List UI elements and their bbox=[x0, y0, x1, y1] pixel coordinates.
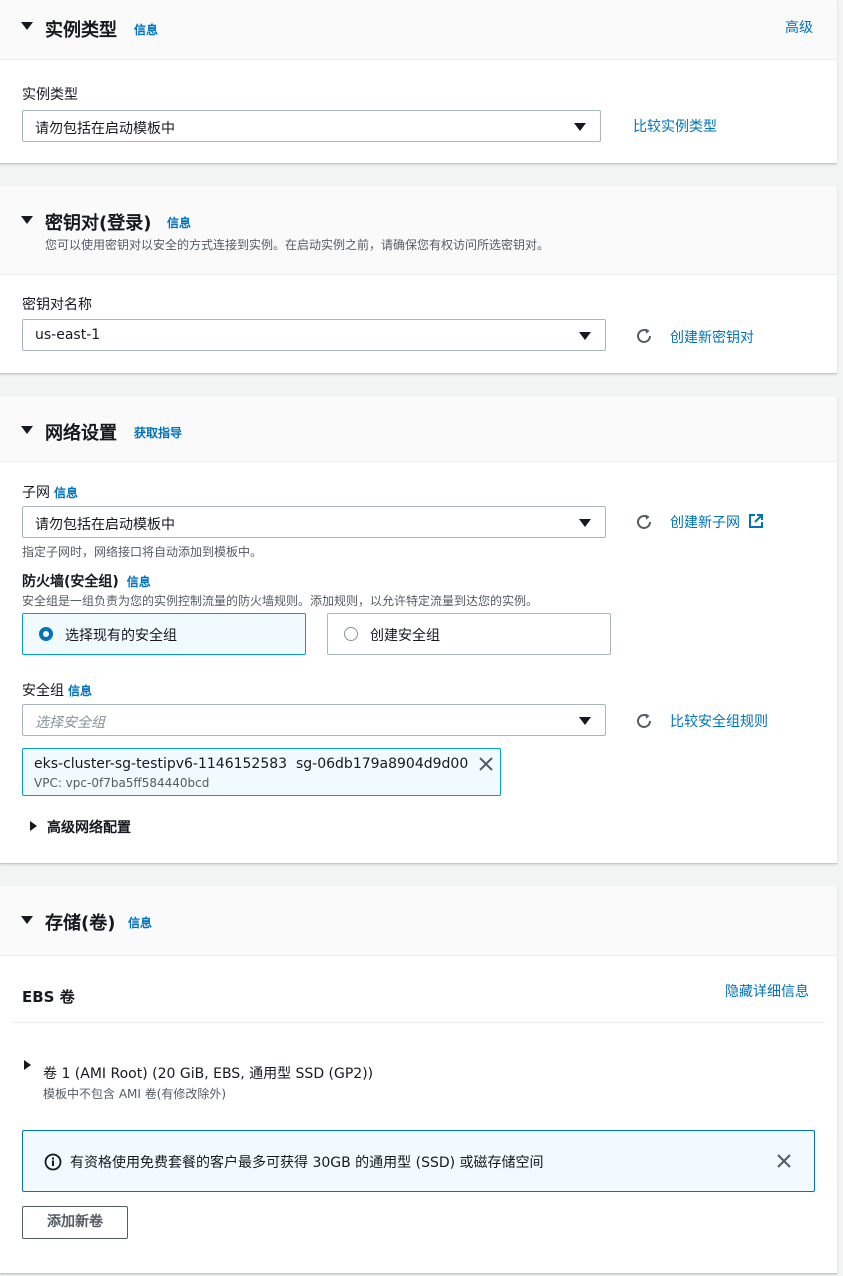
remove-token-icon[interactable] bbox=[479, 757, 493, 771]
key-pair-description: 您可以使用密钥对以安全的方式连接到实例。在启动实例之前，请确保您有权访问所选密钥… bbox=[45, 238, 550, 252]
subnet-label-text: 子网 bbox=[22, 485, 50, 501]
sg-token-name: eks-cluster-sg-testipv6-1146152583 bbox=[34, 756, 288, 772]
key-pair-select[interactable]: us-east-1 bbox=[22, 319, 606, 351]
select-existing-sg-text: 选择现有的安全组 bbox=[65, 628, 177, 644]
radio-unselected[interactable] bbox=[344, 627, 358, 641]
storage-info-link[interactable]: 信息 bbox=[128, 914, 152, 931]
sg-info-link[interactable]: 信息 bbox=[68, 684, 92, 698]
create-subnet-text: 创建新子网 bbox=[670, 515, 740, 531]
dropdown-arrow-icon bbox=[579, 519, 591, 527]
subnet-label: 子网 信息 bbox=[22, 482, 78, 502]
expand-volume-caret-icon[interactable] bbox=[24, 1060, 31, 1070]
key-pair-select-value: us-east-1 bbox=[35, 327, 101, 343]
volume-1-title[interactable]: 卷 1 (AMI Root) (20 GiB, EBS, 通用型 SSD (GP… bbox=[43, 1063, 373, 1083]
sg-select[interactable]: 选择安全组 bbox=[22, 704, 606, 736]
compare-instance-types-link[interactable]: 比较实例类型 bbox=[633, 116, 717, 136]
expand-caret-icon[interactable] bbox=[30, 821, 37, 831]
volume-1-description: 模板中不包含 AMI 卷(有修改除外) bbox=[43, 1087, 227, 1101]
instance-type-select-value: 请勿包括在启动模板中 bbox=[35, 121, 175, 137]
collapse-caret-icon[interactable] bbox=[21, 916, 33, 924]
collapse-caret-icon[interactable] bbox=[21, 216, 33, 224]
storage-header: 存储(卷) 信息 bbox=[0, 886, 837, 956]
dismiss-alert-icon[interactable] bbox=[777, 1154, 791, 1168]
instance-type-header: 实例类型 信息 高级 bbox=[0, 0, 837, 60]
key-pair-field-label: 密钥对名称 bbox=[22, 297, 92, 313]
storage-title: 存储(卷) bbox=[45, 913, 116, 934]
refresh-icon[interactable] bbox=[634, 711, 654, 731]
refresh-icon[interactable] bbox=[634, 512, 654, 532]
instance-type-title: 实例类型 bbox=[45, 20, 117, 41]
subnet-info-link[interactable]: 信息 bbox=[54, 486, 78, 500]
compare-sg-rules-link[interactable]: 比较安全组规则 bbox=[670, 711, 768, 731]
collapse-caret-icon[interactable] bbox=[21, 426, 33, 434]
select-existing-sg-option[interactable]: 选择现有的安全组 bbox=[22, 613, 306, 655]
free-tier-alert: 有资格使用免费套餐的客户最多可获得 30GB 的通用型 (SSD) 或磁存储空间 bbox=[22, 1130, 815, 1192]
key-pair-header: 密钥对(登录) 信息 您可以使用密钥对以安全的方式连接到实例。在启动实例之前，请… bbox=[0, 186, 837, 275]
external-link-icon bbox=[749, 514, 764, 528]
subnet-select[interactable]: 请勿包括在启动模板中 bbox=[22, 506, 606, 538]
create-key-pair-link[interactable]: 创建新密钥对 bbox=[670, 327, 754, 347]
add-volume-button[interactable]: 添加新卷 bbox=[22, 1206, 128, 1239]
network-settings-panel: 网络设置 获取指导 子网 信息 请勿包括在启动模板中 创建新子网 指定子网时，网络… bbox=[0, 396, 837, 864]
key-pair-info-link[interactable]: 信息 bbox=[167, 214, 191, 231]
collapse-caret-icon[interactable] bbox=[21, 22, 33, 30]
firewall-info-link[interactable]: 信息 bbox=[127, 575, 151, 589]
ebs-volumes-title: EBS 卷 bbox=[22, 988, 75, 1006]
instance-type-select[interactable]: 请勿包括在启动模板中 bbox=[22, 110, 601, 142]
get-guide-link[interactable]: 获取指导 bbox=[134, 424, 182, 441]
dropdown-arrow-icon bbox=[579, 332, 591, 340]
sg-select-placeholder: 选择安全组 bbox=[35, 715, 105, 731]
dropdown-arrow-icon bbox=[574, 123, 586, 131]
network-header: 网络设置 获取指导 bbox=[0, 396, 837, 462]
refresh-icon[interactable] bbox=[634, 326, 654, 346]
instance-type-panel: 实例类型 信息 高级 实例类型 请勿包括在启动模板中 比较实例类型 bbox=[0, 0, 837, 164]
key-pair-panel: 密钥对(登录) 信息 您可以使用密钥对以安全的方式连接到实例。在启动实例之前，请… bbox=[0, 186, 837, 374]
radio-selected[interactable] bbox=[39, 627, 53, 641]
storage-panel: 存储(卷) 信息 EBS 卷 隐藏详细信息 卷 1 (AMI Root) (20… bbox=[0, 886, 837, 1274]
advanced-network-config-toggle[interactable]: 高级网络配置 bbox=[47, 817, 131, 837]
network-title: 网络设置 bbox=[45, 423, 117, 444]
subnet-select-value: 请勿包括在启动模板中 bbox=[35, 517, 175, 533]
create-sg-option[interactable]: 创建安全组 bbox=[327, 613, 611, 655]
create-subnet-link[interactable]: 创建新子网 bbox=[670, 512, 764, 532]
advanced-link[interactable]: 高级 bbox=[785, 17, 813, 37]
hide-details-link[interactable]: 隐藏详细信息 bbox=[725, 981, 809, 1001]
dropdown-arrow-icon bbox=[579, 717, 591, 725]
key-pair-title: 密钥对(登录) bbox=[45, 213, 152, 234]
create-sg-text: 创建安全组 bbox=[370, 628, 440, 644]
firewall-label-text: 防火墙(安全组) bbox=[22, 574, 119, 590]
firewall-description: 安全组是一组负责为您的实例控制流量的防火墙规则。添加规则，以允许特定流量到达您的… bbox=[22, 594, 539, 608]
instance-type-field-label: 实例类型 bbox=[22, 87, 78, 103]
info-icon bbox=[44, 1153, 62, 1171]
ebs-divider bbox=[12, 1022, 825, 1023]
firewall-label: 防火墙(安全组) 信息 bbox=[22, 571, 151, 591]
sg-label: 安全组 信息 bbox=[22, 680, 92, 700]
sg-label-text: 安全组 bbox=[22, 683, 64, 699]
instance-type-info-link[interactable]: 信息 bbox=[134, 21, 158, 38]
subnet-hint: 指定子网时，网络接口将自动添加到模板中。 bbox=[22, 545, 263, 559]
sg-token-vpc: VPC: vpc-0f7ba5ff584440bcd bbox=[34, 776, 210, 790]
sg-token-id: sg-06db179a8904d9d00 bbox=[296, 756, 469, 772]
free-tier-alert-text: 有资格使用免费套餐的客户最多可获得 30GB 的通用型 (SSD) 或磁存储空间 bbox=[70, 1155, 544, 1171]
sg-token: eks-cluster-sg-testipv6-1146152583 sg-06… bbox=[22, 748, 501, 796]
